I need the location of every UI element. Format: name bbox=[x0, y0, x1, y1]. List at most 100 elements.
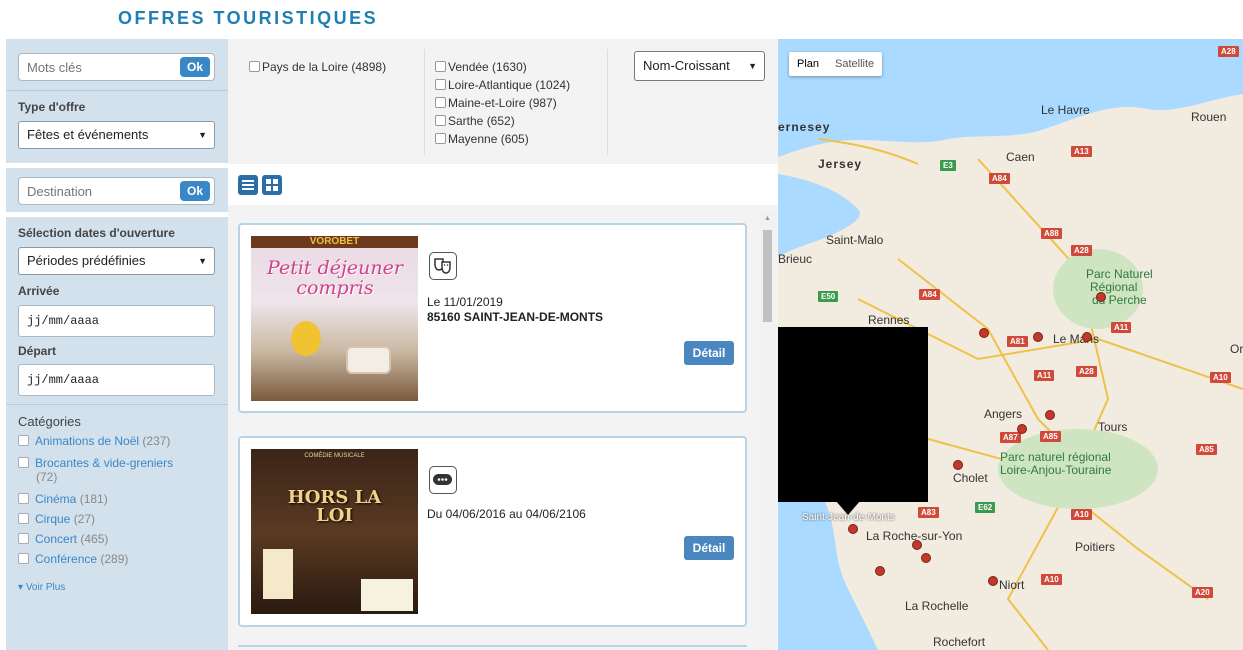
result-card[interactable]: COMÉDIE MUSICALE HORS LA LOI Du 04/06/20… bbox=[238, 436, 747, 627]
map-label: Rochefort bbox=[933, 635, 986, 649]
location-filter-bar: Pays de la Loire (4898) Vendée (1630) Lo… bbox=[228, 39, 778, 164]
map-label: Jersey bbox=[818, 157, 863, 171]
departure-date-input[interactable]: jj/mm/aaaa bbox=[18, 364, 215, 396]
map-label: Rennes bbox=[868, 313, 910, 327]
category-item[interactable]: Animations de Noël (237) bbox=[18, 434, 218, 448]
road-marker: A13 bbox=[1071, 146, 1092, 157]
road-marker: A28 bbox=[1218, 46, 1239, 57]
map-type-toggle[interactable]: Plan Satellite bbox=[789, 52, 883, 76]
map-label: Brieuc bbox=[778, 252, 813, 266]
results-scrollbar[interactable]: ▲ bbox=[760, 212, 775, 650]
map-label: ernesey bbox=[778, 120, 831, 134]
dates-select[interactable]: Périodes prédéfinies ▼ bbox=[18, 247, 215, 275]
department-checkbox[interactable]: Sarthe (652) bbox=[435, 114, 515, 128]
offer-type-select[interactable]: Fêtes et événements ▼ bbox=[18, 121, 215, 149]
scrollbar-thumb[interactable] bbox=[763, 230, 772, 322]
scroll-up-icon[interactable]: ▲ bbox=[764, 215, 771, 222]
road-marker: E62 bbox=[975, 502, 996, 513]
category-item[interactable]: Conférence (289) bbox=[18, 552, 218, 566]
map-label: Rouen bbox=[1191, 110, 1227, 124]
map-label: Niort bbox=[999, 578, 1025, 592]
road-marker: A28 bbox=[1076, 366, 1097, 377]
event-poster-image: COMÉDIE MUSICALE HORS LA LOI bbox=[251, 449, 418, 614]
map-pin[interactable] bbox=[912, 540, 922, 550]
divider bbox=[6, 90, 228, 91]
road-marker: A10 bbox=[1071, 509, 1092, 520]
destination-field[interactable]: Ok bbox=[18, 177, 215, 205]
road-marker: A20 bbox=[1192, 587, 1213, 598]
map-pin[interactable] bbox=[875, 566, 885, 576]
checkbox[interactable] bbox=[18, 435, 29, 446]
map-label: Or bbox=[1230, 342, 1243, 356]
list-view-icon[interactable] bbox=[238, 175, 258, 195]
page-title: OFFRES TOURISTIQUES bbox=[118, 8, 379, 28]
checkbox[interactable] bbox=[18, 513, 29, 524]
map-pin[interactable] bbox=[848, 524, 858, 534]
detail-button[interactable]: Détail bbox=[684, 341, 734, 365]
result-card[interactable]: VOROBET Petit déjeuner compris Le 11/01/… bbox=[238, 223, 747, 413]
department-checkbox[interactable]: Maine-et-Loire (987) bbox=[435, 96, 557, 110]
department-checkbox[interactable]: Loire-Atlantique (1024) bbox=[435, 78, 570, 92]
divider bbox=[6, 163, 228, 168]
map-pin[interactable] bbox=[1045, 410, 1055, 420]
map-label: Saint-Malo bbox=[826, 233, 884, 247]
map-label: Parc naturel régional bbox=[1000, 450, 1111, 464]
map-label: Cholet bbox=[953, 471, 988, 485]
map-pin[interactable] bbox=[1096, 292, 1106, 302]
theater-masks-icon bbox=[429, 252, 457, 280]
road-marker: A88 bbox=[1041, 228, 1062, 239]
road-marker: A10 bbox=[1041, 574, 1062, 585]
checkbox[interactable] bbox=[18, 457, 29, 468]
keywords-ok-button[interactable]: Ok bbox=[180, 57, 210, 77]
map-pin[interactable] bbox=[979, 328, 989, 338]
category-item[interactable]: Cinéma (181) bbox=[18, 492, 218, 506]
detail-button[interactable]: Détail bbox=[684, 536, 734, 560]
event-city: 85160 SAINT-JEAN-DE-MONTS bbox=[427, 310, 604, 324]
map-pin[interactable] bbox=[1033, 332, 1043, 342]
keywords-field[interactable]: Ok bbox=[18, 53, 215, 81]
keywords-input[interactable] bbox=[19, 54, 169, 80]
map-label: Tours bbox=[1098, 420, 1128, 434]
dropdown-arrow-icon: ▼ bbox=[198, 256, 207, 266]
event-poster-image: VOROBET Petit déjeuner compris bbox=[251, 236, 418, 401]
destination-ok-button[interactable]: Ok bbox=[180, 181, 210, 201]
road-marker: A83 bbox=[918, 507, 939, 518]
checkbox[interactable] bbox=[18, 493, 29, 504]
see-more-link[interactable]: ▾ Voir Plus bbox=[18, 581, 218, 595]
map-type-plan[interactable]: Plan bbox=[789, 52, 827, 76]
map-label: Poitiers bbox=[1075, 540, 1116, 554]
map-type-satellite[interactable]: Satellite bbox=[827, 52, 882, 76]
map-pin[interactable] bbox=[1082, 332, 1092, 342]
department-checkbox[interactable]: Mayenne (605) bbox=[435, 132, 529, 146]
divider bbox=[6, 212, 228, 217]
arrival-date-input[interactable]: jj/mm/aaaa bbox=[18, 305, 215, 337]
map-pin[interactable] bbox=[988, 576, 998, 586]
grid-view-icon[interactable] bbox=[262, 175, 282, 195]
road-marker: A84 bbox=[919, 289, 940, 300]
map-label: Parc Naturel bbox=[1086, 267, 1153, 281]
destination-input[interactable] bbox=[19, 178, 169, 204]
map-pin[interactable] bbox=[921, 553, 931, 563]
map-label: Angers bbox=[984, 407, 1023, 421]
results-map[interactable]: Plan Satellite Le Havre Rouen ernesey Je… bbox=[778, 39, 1243, 650]
category-item[interactable]: Concert (465) bbox=[18, 532, 218, 546]
departure-label: Départ bbox=[18, 344, 57, 358]
category-item[interactable]: Brocantes & vide-greniers (72) bbox=[18, 456, 218, 484]
results-list: VOROBET Petit déjeuner compris Le 11/01/… bbox=[228, 205, 778, 650]
offer-type-value: Fêtes et événements bbox=[27, 127, 149, 142]
map-pin[interactable] bbox=[1017, 424, 1027, 434]
map-pin[interactable] bbox=[953, 460, 963, 470]
ticket-icon bbox=[429, 466, 457, 494]
region-checkbox[interactable]: Pays de la Loire (4898) bbox=[249, 60, 386, 74]
road-marker: E3 bbox=[940, 160, 956, 171]
sort-select[interactable]: Nom-Croissant ▼ bbox=[634, 51, 765, 81]
road-marker: A81 bbox=[1007, 336, 1028, 347]
checkbox[interactable] bbox=[18, 533, 29, 544]
category-item[interactable]: Cirque (27) bbox=[18, 512, 218, 526]
department-checkbox[interactable]: Vendée (1630) bbox=[435, 60, 527, 74]
arrival-label: Arrivée bbox=[18, 284, 60, 298]
checkbox[interactable] bbox=[18, 553, 29, 564]
map-label: Le Havre bbox=[1041, 103, 1090, 117]
result-card bbox=[238, 645, 747, 650]
divider bbox=[424, 49, 425, 155]
